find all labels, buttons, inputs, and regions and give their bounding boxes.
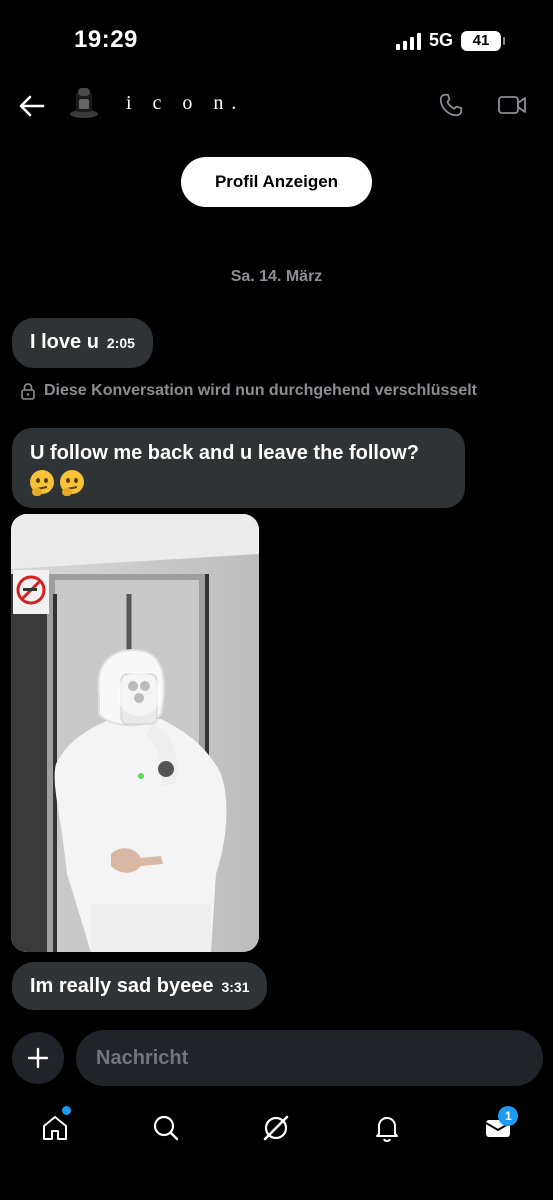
status-time: 19:29 (74, 26, 138, 53)
message-composer (0, 1030, 553, 1086)
avatar-image (64, 84, 104, 124)
view-profile-button[interactable]: Profil Anzeigen (181, 157, 372, 207)
chat-name[interactable]: i c o n. (126, 92, 244, 115)
image-message[interactable] (11, 514, 259, 952)
phone-icon (439, 93, 463, 117)
dm-screen: 19:29 5G 41 i c o n. Profil Anzeigen Sa.… (0, 0, 553, 1200)
date-separator: Sa. 14. März (230, 268, 323, 285)
video-camera-icon (498, 96, 526, 114)
add-attachment-button[interactable] (12, 1032, 64, 1084)
video-call-button[interactable] (496, 90, 528, 120)
emoji-row (30, 470, 447, 496)
network-type: 5G (428, 30, 453, 50)
tab-bar: 1 (0, 1100, 553, 1156)
message-text: I love u (30, 331, 99, 353)
battery-level: 41 (472, 31, 490, 49)
message-bubble[interactable]: I love u 2:05 (12, 318, 153, 368)
call-button[interactable] (436, 90, 466, 120)
unread-badge: 1 (498, 1106, 519, 1126)
arrow-left-icon (19, 95, 45, 117)
grok-icon (264, 1115, 289, 1141)
tab-notifications[interactable] (332, 1100, 443, 1156)
tab-grok[interactable] (221, 1100, 332, 1156)
message-text: Im really sad byeee (30, 975, 214, 997)
status-indicators: 5G 41 (395, 30, 505, 51)
thinking-face-icon (30, 470, 54, 496)
notification-dot (62, 1106, 71, 1115)
home-icon (43, 1116, 68, 1140)
mirror-selfie-image (11, 514, 259, 952)
chat-header: i c o n. (0, 78, 553, 134)
message-input[interactable] (76, 1030, 543, 1086)
lock-icon (21, 383, 35, 400)
message-bubble[interactable]: Im really sad byeee 3:31 (12, 962, 268, 1010)
message-time: 2:05 (106, 335, 135, 351)
encryption-text: Diese Konversation wird nun durchgehend … (44, 382, 477, 399)
plus-icon (27, 1047, 49, 1069)
tab-search[interactable] (111, 1100, 222, 1156)
message-bubble[interactable]: U follow me back and u leave the follow? (12, 428, 465, 508)
thinking-face-icon (60, 470, 84, 496)
tab-home[interactable] (0, 1100, 111, 1156)
battery-icon: 41 (461, 30, 505, 51)
back-button[interactable] (16, 90, 48, 122)
bell-icon (376, 1117, 399, 1143)
tab-messages[interactable]: 1 (442, 1100, 553, 1156)
encryption-notice: Diese Konversation wird nun durchgehend … (20, 382, 477, 400)
search-icon (153, 1115, 179, 1141)
message-time: 3:31 (221, 979, 250, 995)
message-text: U follow me back and u leave the follow? (30, 442, 419, 464)
status-bar: 19:29 5G 41 (0, 0, 553, 80)
avatar[interactable] (64, 84, 104, 124)
signal-icon (395, 32, 421, 50)
